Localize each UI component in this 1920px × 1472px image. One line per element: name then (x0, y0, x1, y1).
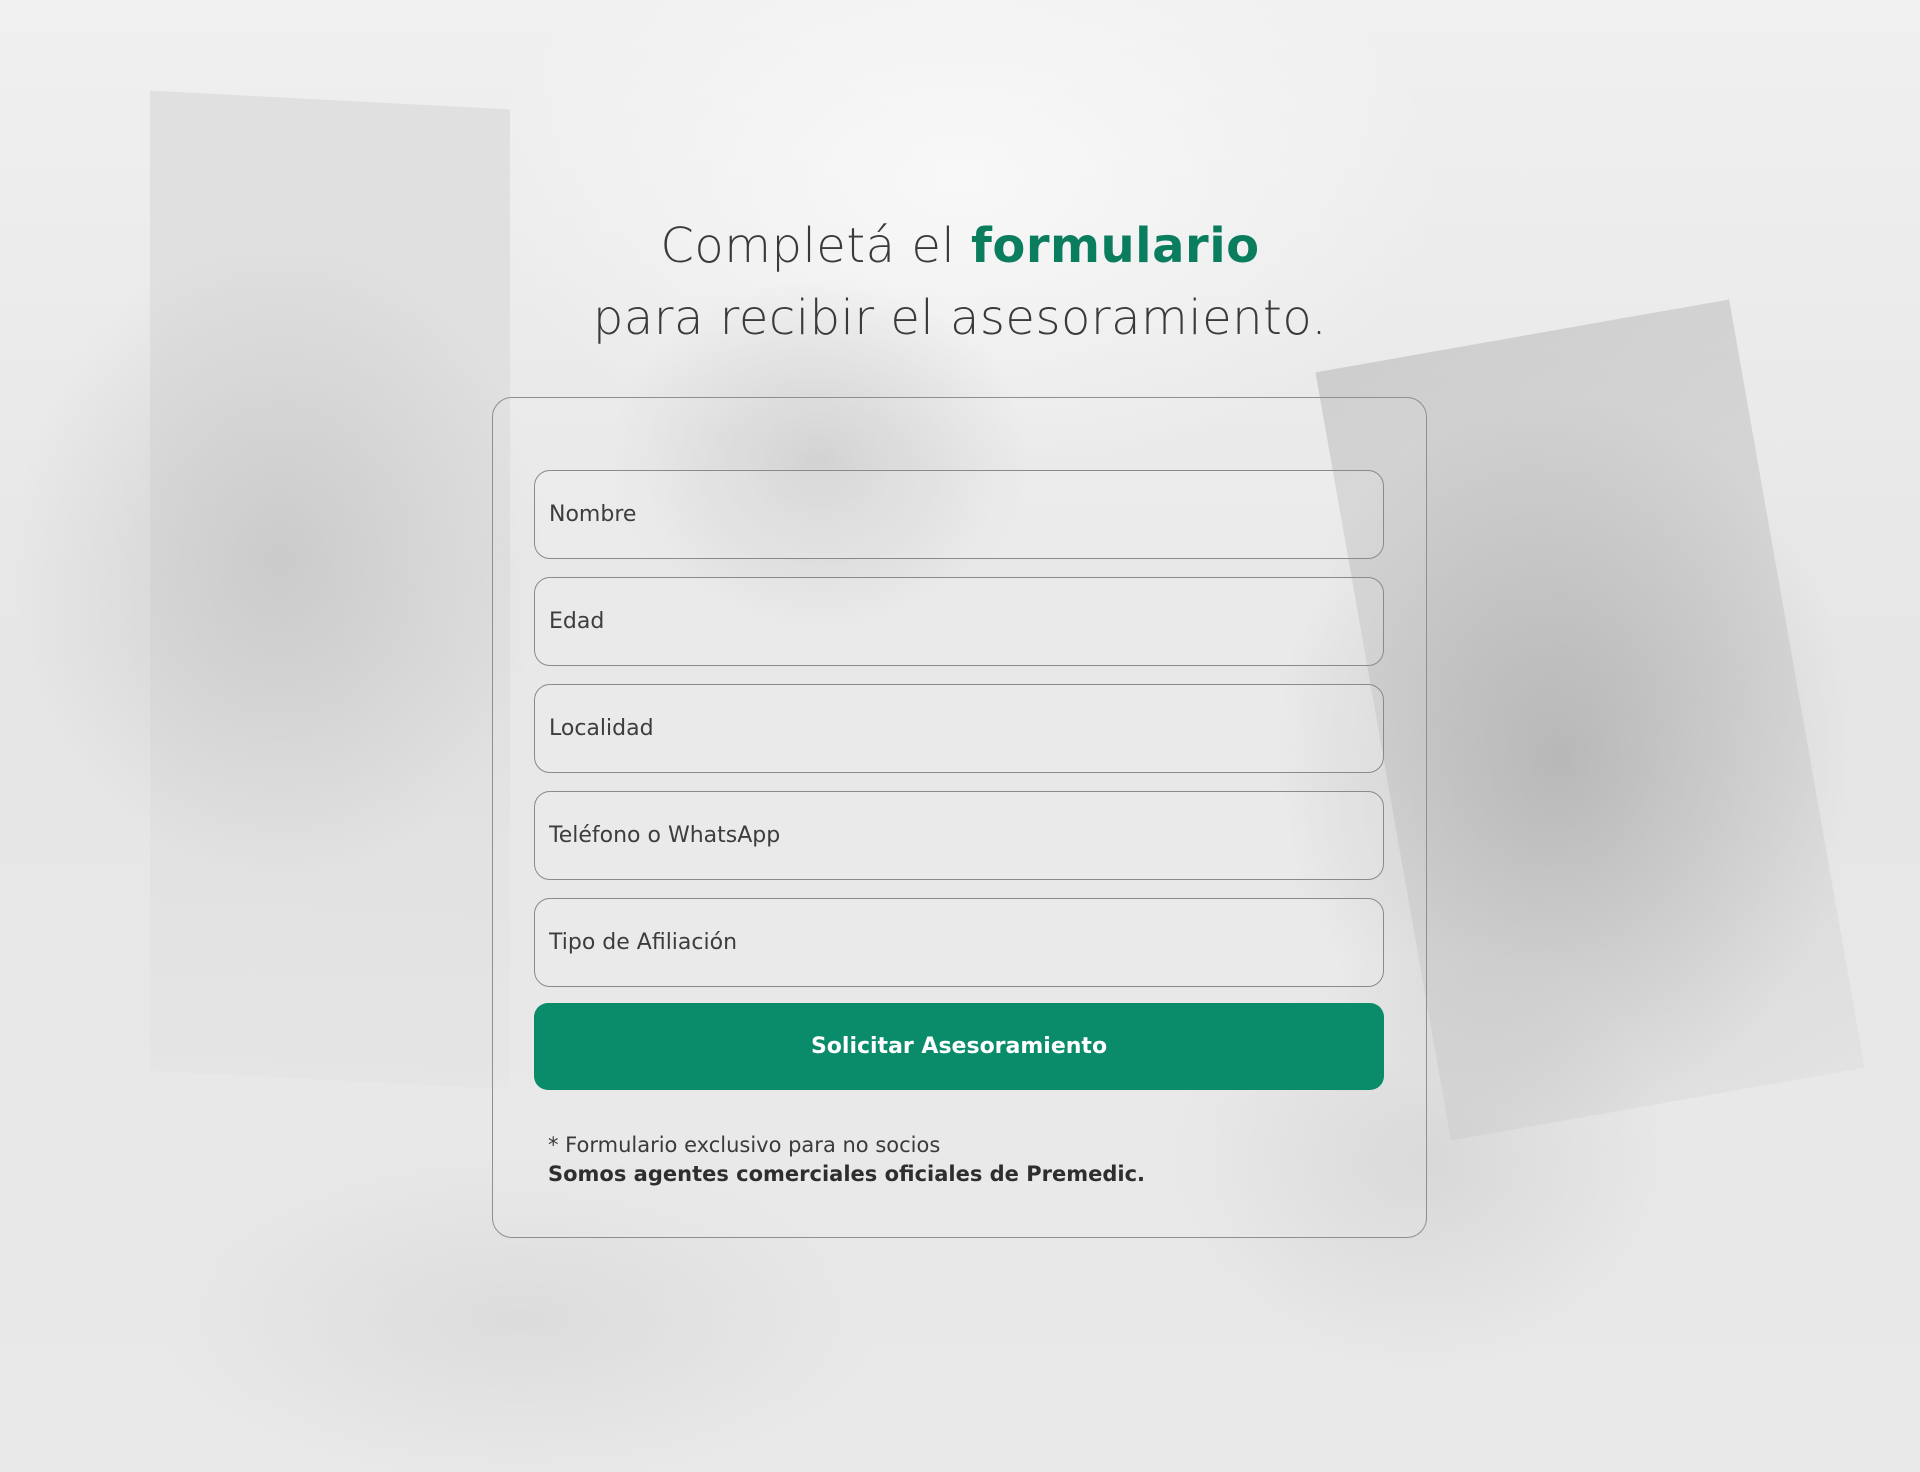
phone-whatsapp-field[interactable] (534, 791, 1384, 880)
advice-form: Solicitar Asesoramiento * Formulario exc… (492, 397, 1427, 1238)
heading-accent: formulario (970, 218, 1260, 274)
age-field[interactable] (534, 577, 1384, 666)
heading-line-1: Completá el formulario (0, 210, 1920, 282)
affiliation-type-field[interactable] (534, 898, 1384, 987)
non-members-note: * Formulario exclusivo para no socios (548, 1133, 941, 1157)
name-field[interactable] (534, 470, 1384, 559)
request-advice-button[interactable]: Solicitar Asesoramiento (534, 1003, 1384, 1090)
heading-prefix: Completá el (660, 218, 971, 274)
official-agents-note: Somos agentes comerciales oficiales de P… (548, 1162, 1146, 1186)
heading-line-2: para recibir el asesoramiento. (592, 290, 1328, 346)
page-content: Completá el formulario para recibir el a… (0, 0, 1920, 1472)
page-heading: Completá el formulario para recibir el a… (0, 210, 1920, 354)
locality-field[interactable] (534, 684, 1384, 773)
